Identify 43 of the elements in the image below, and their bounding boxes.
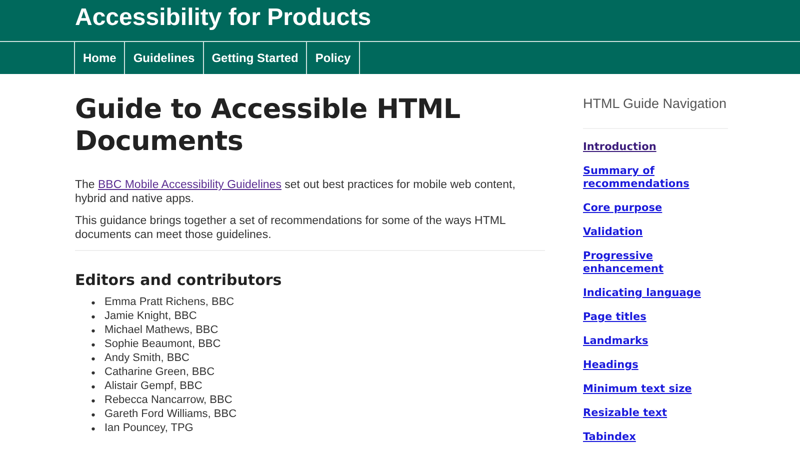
sidebar-link[interactable]: Summary of recommendations xyxy=(583,165,723,191)
contributor-name: Rebecca Nancarrow, BBC xyxy=(104,394,232,408)
bullet: • xyxy=(90,338,96,352)
contributor-name: Sophie Beaumont, BBC xyxy=(104,338,221,352)
sidebar-link[interactable]: Indicating language xyxy=(583,287,723,300)
contributor-name: Andy Smith, BBC xyxy=(104,352,190,366)
guidelines-link[interactable]: BBC Mobile Accessibility Guidelines xyxy=(98,179,282,191)
nav-link[interactable]: Home xyxy=(74,42,124,74)
page-title: Guide to Accessible HTML Documents xyxy=(75,94,462,158)
sidebar-link[interactable]: Headings xyxy=(583,359,723,372)
sidebar-link[interactable]: Minimum text size xyxy=(583,383,723,396)
bullet: • xyxy=(90,394,96,408)
bullet: • xyxy=(90,422,96,436)
sidebar-link[interactable]: Resizable text xyxy=(583,407,723,420)
nav-link[interactable]: Guidelines xyxy=(124,42,203,74)
contributor-name: Alistair Gempf, BBC xyxy=(104,380,202,394)
contributor-name: Ian Pouncey, TPG xyxy=(104,422,194,436)
sidebar-link[interactable]: Landmarks xyxy=(583,335,723,348)
bullet: • xyxy=(90,366,96,380)
nav-link[interactable]: Getting Started xyxy=(202,42,306,74)
bullet: • xyxy=(90,296,96,310)
sidebar-link[interactable]: Tabindex xyxy=(583,431,723,444)
sidebar-link[interactable]: Introduction xyxy=(583,141,723,154)
contributor-name: Michael Mathews, BBC xyxy=(104,324,218,338)
sidebar-link[interactable]: Progressive enhancement xyxy=(583,250,723,276)
intro-paragraph: The BBC Mobile Accessibility Guidelines set out best practices for mobile web content, hybrid and native apps. xyxy=(75,178,516,206)
bullet: • xyxy=(90,408,96,422)
bullet: • xyxy=(90,324,96,338)
sidebar-title: HTML Guide Navigation xyxy=(583,96,728,129)
bullet: • xyxy=(90,380,96,394)
sidebar-link[interactable]: Page titles xyxy=(583,311,723,324)
sidebar-link[interactable]: Validation xyxy=(583,226,723,239)
paragraph: This guidance brings together a set of recommendations for some of the ways HTML documents can meet those guidelines. xyxy=(75,214,506,242)
sidebar-link[interactable]: Core purpose xyxy=(583,202,723,215)
contributor-name: Emma Pratt Richens, BBC xyxy=(104,296,234,310)
bullet: • xyxy=(90,310,96,324)
contributor-name: Catharine Green, BBC xyxy=(104,366,215,380)
section-heading: Editors and contributors xyxy=(75,271,283,289)
site-title: Accessibility for Products xyxy=(75,4,372,32)
contributor-name: Gareth Ford Williams, BBC xyxy=(104,408,237,422)
nav-link[interactable]: Policy xyxy=(306,42,360,74)
contributor-name: Jamie Knight, BBC xyxy=(104,310,197,324)
bullet: • xyxy=(90,352,96,366)
